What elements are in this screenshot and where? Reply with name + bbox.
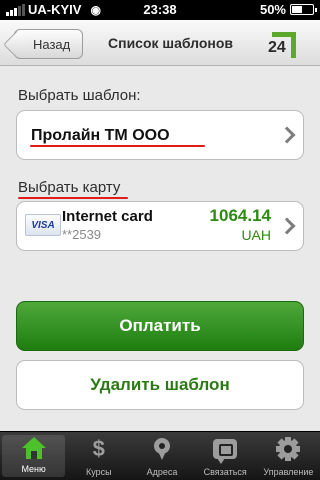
pay-button-label: Оплатить [119, 316, 201, 335]
chevron-right-icon [278, 126, 296, 144]
card-label: Выбрать карту [18, 179, 121, 196]
card-selector[interactable]: VISA Internet card **2539 1064.14 UAH [16, 201, 304, 251]
battery-percent: 50% [259, 2, 286, 17]
tab-label: Курсы [85, 467, 112, 477]
template-label: Выбрать шаблон: [18, 87, 141, 104]
template-value: Пролайн ТМ ООО [31, 127, 170, 144]
logo-text: 24 [268, 39, 286, 56]
home-icon [21, 437, 47, 461]
battery-icon [290, 4, 317, 15]
card-name: Internet card [62, 208, 153, 225]
tab-label: Связаться [203, 467, 247, 477]
tab-label: Адреса [146, 467, 178, 477]
annotation-underline-template [30, 145, 205, 147]
tab-bar: Меню $ Курсы Адреса Связаться Управление [0, 431, 320, 480]
back-button-label: Назад [33, 36, 71, 52]
card-currency: UAH [241, 227, 271, 243]
annotation-underline-card [18, 197, 128, 199]
tab-label: Управление [263, 467, 314, 477]
chevron-right-icon [278, 217, 296, 235]
tab-rates[interactable]: $ Курсы [67, 432, 130, 480]
tab-menu[interactable]: Меню [2, 435, 66, 477]
delete-template-button[interactable]: Удалить шаблон [16, 360, 304, 410]
pay-button[interactable]: Оплатить [16, 301, 304, 351]
tab-addresses[interactable]: Адреса [130, 432, 193, 480]
page-title: Список шаблонов [108, 35, 234, 51]
gear-icon [275, 437, 301, 461]
battery-indicator: 50% [259, 2, 317, 17]
back-button[interactable]: Назад [14, 29, 84, 59]
template-selector[interactable]: Пролайн ТМ ООО [16, 110, 304, 160]
status-bar: UA-KYIV ◉ 23:38 50% [0, 0, 320, 20]
dollar-icon: $ [92, 436, 105, 461]
privat24-logo: 24 [268, 32, 296, 60]
tab-contact[interactable]: Связаться [194, 432, 257, 480]
navigation-bar: Назад Список шаблонов 24 [0, 20, 320, 66]
map-pin-icon [149, 437, 175, 461]
chat-icon [212, 437, 238, 464]
visa-card-icon: VISA [25, 214, 61, 236]
tab-management[interactable]: Управление [257, 432, 320, 480]
card-number: **2539 [62, 227, 102, 242]
card-balance: 1064.14 [209, 206, 271, 225]
tab-label: Меню [21, 464, 46, 474]
delete-template-button-label: Удалить шаблон [90, 375, 230, 394]
